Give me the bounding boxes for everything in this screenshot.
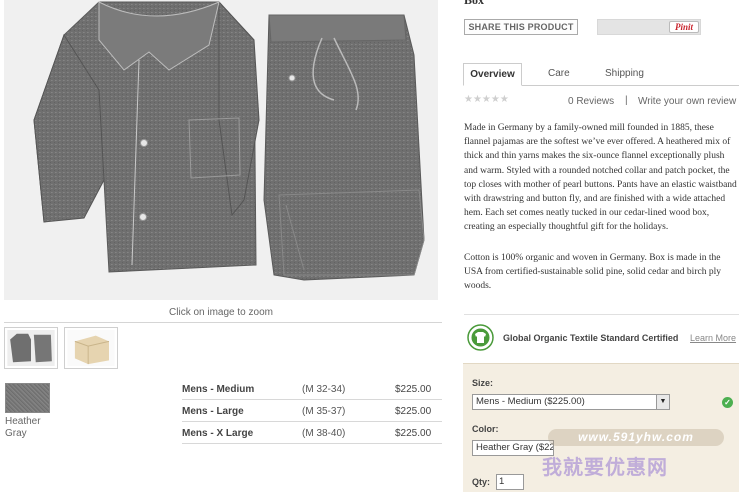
quantity-input[interactable]: 1 xyxy=(496,474,524,490)
rating-stars-icon: ★★★★★ xyxy=(464,94,509,105)
size-price-table: Mens - Medium (M 32-34) $225.00 Mens - L… xyxy=(182,378,442,444)
pajama-set-thumbnail-icon xyxy=(7,330,55,366)
watermark-text: 我就要优惠网 xyxy=(542,457,668,479)
chevron-down-icon: ▼ xyxy=(656,395,669,409)
check-icon: ✓ xyxy=(722,397,733,408)
quantity-label: Qty: xyxy=(472,477,490,487)
color-swatch-heather-gray[interactable] xyxy=(5,383,50,413)
divider xyxy=(464,314,739,315)
watermark-url: www.591yhw.com xyxy=(548,429,724,446)
tab-care[interactable]: Care xyxy=(548,63,570,86)
size-range: (M 32-34) xyxy=(302,384,346,395)
size-label: Size: xyxy=(472,378,494,388)
size-row[interactable]: Mens - Medium (M 32-34) $225.00 xyxy=(182,378,442,400)
size-range: (M 35-37) xyxy=(302,406,346,417)
size-row[interactable]: Mens - X Large (M 38-40) $225.00 xyxy=(182,422,442,444)
size-row[interactable]: Mens - Large (M 35-37) $225.00 xyxy=(182,400,442,422)
reviews-separator: | xyxy=(625,95,628,106)
divider xyxy=(4,322,442,323)
size-name: Mens - Large xyxy=(182,406,244,417)
reviews-count-link[interactable]: 0 Reviews xyxy=(568,96,614,107)
write-review-link[interactable]: Write your own review xyxy=(638,96,736,107)
swatch-label: Heather Gray xyxy=(5,416,41,439)
pinit-button[interactable]: Pinit xyxy=(669,21,699,33)
description-paragraph: Cotton is 100% organic and woven in Germ… xyxy=(464,253,721,292)
size-range: (M 38-40) xyxy=(302,428,346,439)
zoom-caption: Click on image to zoom xyxy=(169,307,273,318)
share-product-button[interactable]: SHARE THIS PRODUCT xyxy=(464,19,578,35)
size-select-value: Mens - Medium ($225.00) xyxy=(476,396,585,407)
tab-overview[interactable]: Overview xyxy=(463,63,522,86)
size-price: $225.00 xyxy=(395,384,432,395)
size-price: $225.00 xyxy=(395,428,432,439)
social-share-bar: Pinit xyxy=(597,19,701,35)
learn-more-link[interactable]: Learn More xyxy=(690,333,736,343)
product-title: Box xyxy=(464,0,485,7)
wood-box-thumbnail-icon xyxy=(67,330,115,366)
product-hero-image[interactable] xyxy=(4,0,438,300)
tab-shipping[interactable]: Shipping xyxy=(605,63,644,86)
thumbnail-pajama-set[interactable] xyxy=(4,327,58,369)
size-name: Mens - Medium xyxy=(182,384,255,395)
color-label: Color: xyxy=(472,424,499,434)
size-select[interactable]: Mens - Medium ($225.00) ▼ xyxy=(472,394,670,410)
size-name: Mens - X Large xyxy=(182,428,254,439)
description-paragraph: Made in Germany by a family-owned mill f… xyxy=(464,123,737,233)
size-price: $225.00 xyxy=(395,406,432,417)
gots-logo-icon xyxy=(467,324,494,351)
pajama-set-illustration xyxy=(4,0,438,300)
thumbnail-wood-box[interactable] xyxy=(64,327,118,369)
certification-label: Global Organic Textile Standard Certifie… xyxy=(503,333,679,343)
product-tabs: Overview Care Shipping xyxy=(463,63,739,86)
